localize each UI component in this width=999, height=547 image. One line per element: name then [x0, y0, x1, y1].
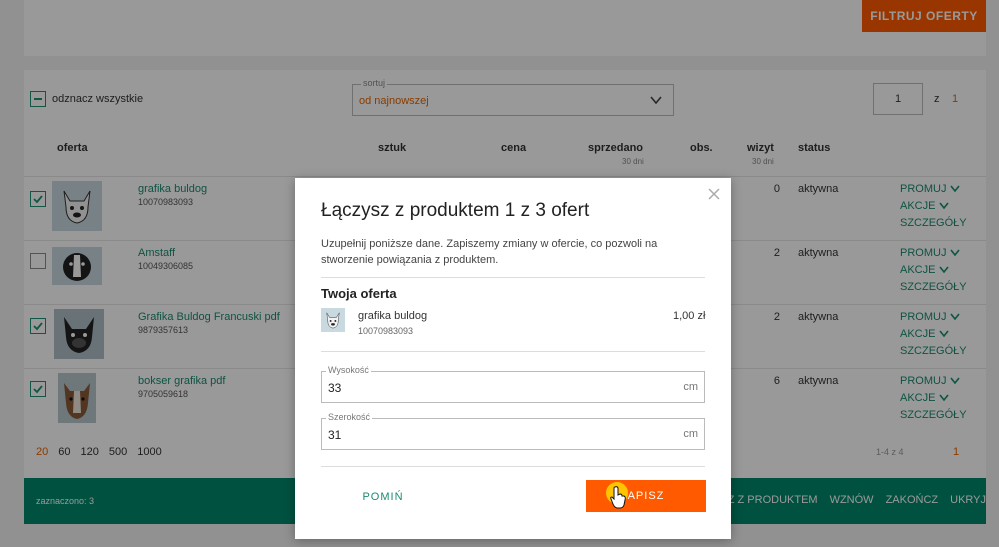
dialog-description: Uzupełnij poniższe dane. Zapiszemy zmian… [321, 238, 658, 266]
height-field[interactable]: Wysokość 33 cm [321, 365, 705, 403]
dialog-title: Łączysz z produktem 1 z 3 ofert [321, 200, 590, 221]
width-label: Szerokość [326, 412, 373, 422]
height-unit: cm [683, 381, 698, 393]
divider [321, 351, 705, 352]
hand-cursor-icon [610, 486, 626, 509]
width-field[interactable]: Szerokość 31 cm [321, 412, 705, 450]
offer-thumbnail [321, 308, 345, 332]
bulldog-image [321, 308, 345, 332]
offer-name: grafika buldog [358, 310, 428, 322]
width-value: 31 [328, 428, 342, 442]
offer-id: 10070983093 [358, 326, 414, 336]
divider [321, 466, 705, 467]
save-button[interactable]: APISZ [586, 480, 706, 512]
height-value: 33 [328, 381, 342, 395]
section-title: Twoja oferta [321, 286, 397, 301]
skip-button[interactable]: POMIŃ [343, 486, 423, 508]
offer-price: 1,00 zł [673, 310, 706, 322]
close-icon[interactable] [706, 186, 722, 202]
divider [321, 277, 705, 278]
link-product-dialog: Łączysz z produktem 1 z 3 ofert Uzupełni… [295, 178, 731, 539]
width-unit: cm [683, 428, 698, 440]
height-label: Wysokość [326, 365, 371, 375]
